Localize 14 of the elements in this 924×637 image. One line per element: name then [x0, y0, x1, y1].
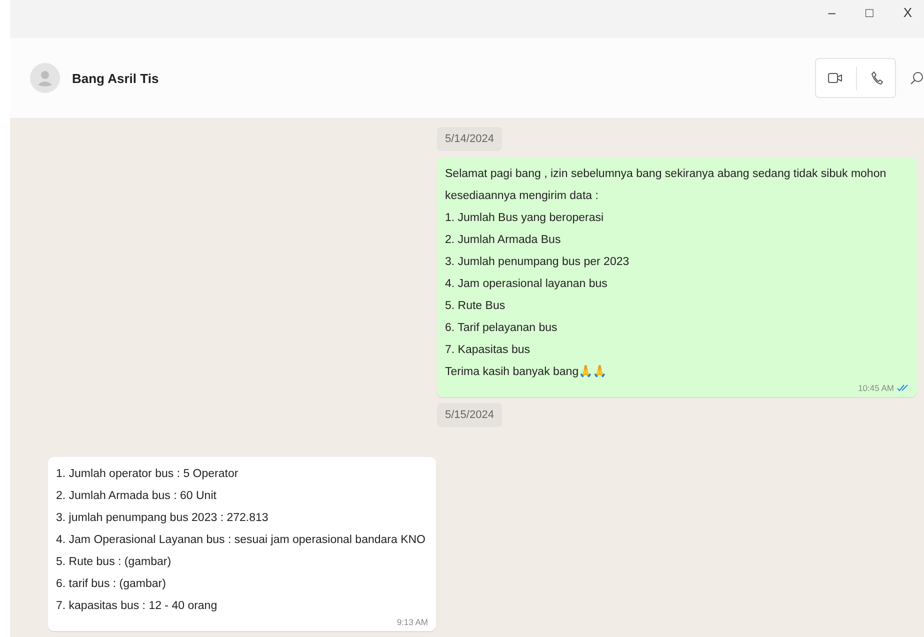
minimize-button[interactable]: –: [822, 0, 842, 24]
maximize-button[interactable]: □: [859, 0, 880, 24]
close-button[interactable]: X: [897, 0, 918, 24]
avatar-icon: [30, 63, 60, 93]
search-icon[interactable]: [910, 71, 924, 85]
date-chip: 5/14/2024: [437, 127, 502, 151]
contact-name: Bang Asril Tis: [72, 70, 159, 86]
phone-icon[interactable]: [871, 71, 883, 85]
message-time: 10:45 AM: [858, 383, 894, 393]
date-chip: 5/15/2024: [437, 403, 502, 427]
message-text: Selamat pagi bang , izin sebelumnya bang sekiranya abang sedang tidak sibuk mohon kesediaannya mengirim data : 1. Jumlah Bus yang beroperasi 2. Jumlah Armada Bus 3. Jumlah penumpang bus per 2023 4. Jam operasional layanan bus 5. Rute Bus 6. Tarif pelayanan bus 7. Kapasitas bus Terima kasih banyak bang🙏🙏: [445, 167, 888, 380]
video-call-icon[interactable]: [828, 72, 842, 84]
message-time: 9:13 AM: [396, 617, 428, 627]
message-text: 1. Jumlah operator bus : 5 Operator 2. Jumlah Armada bus : 60 Unit 3. jumlah penumpang bus 2023 : 272.813 4. Jam Operasional Layanan bus : sesuai jam operasional bandara KNO 5. Rute bus : (gambar) 6. tarif bus : (gambar) 7. kapasitas bus : 12 - 40 orang: [56, 467, 426, 614]
